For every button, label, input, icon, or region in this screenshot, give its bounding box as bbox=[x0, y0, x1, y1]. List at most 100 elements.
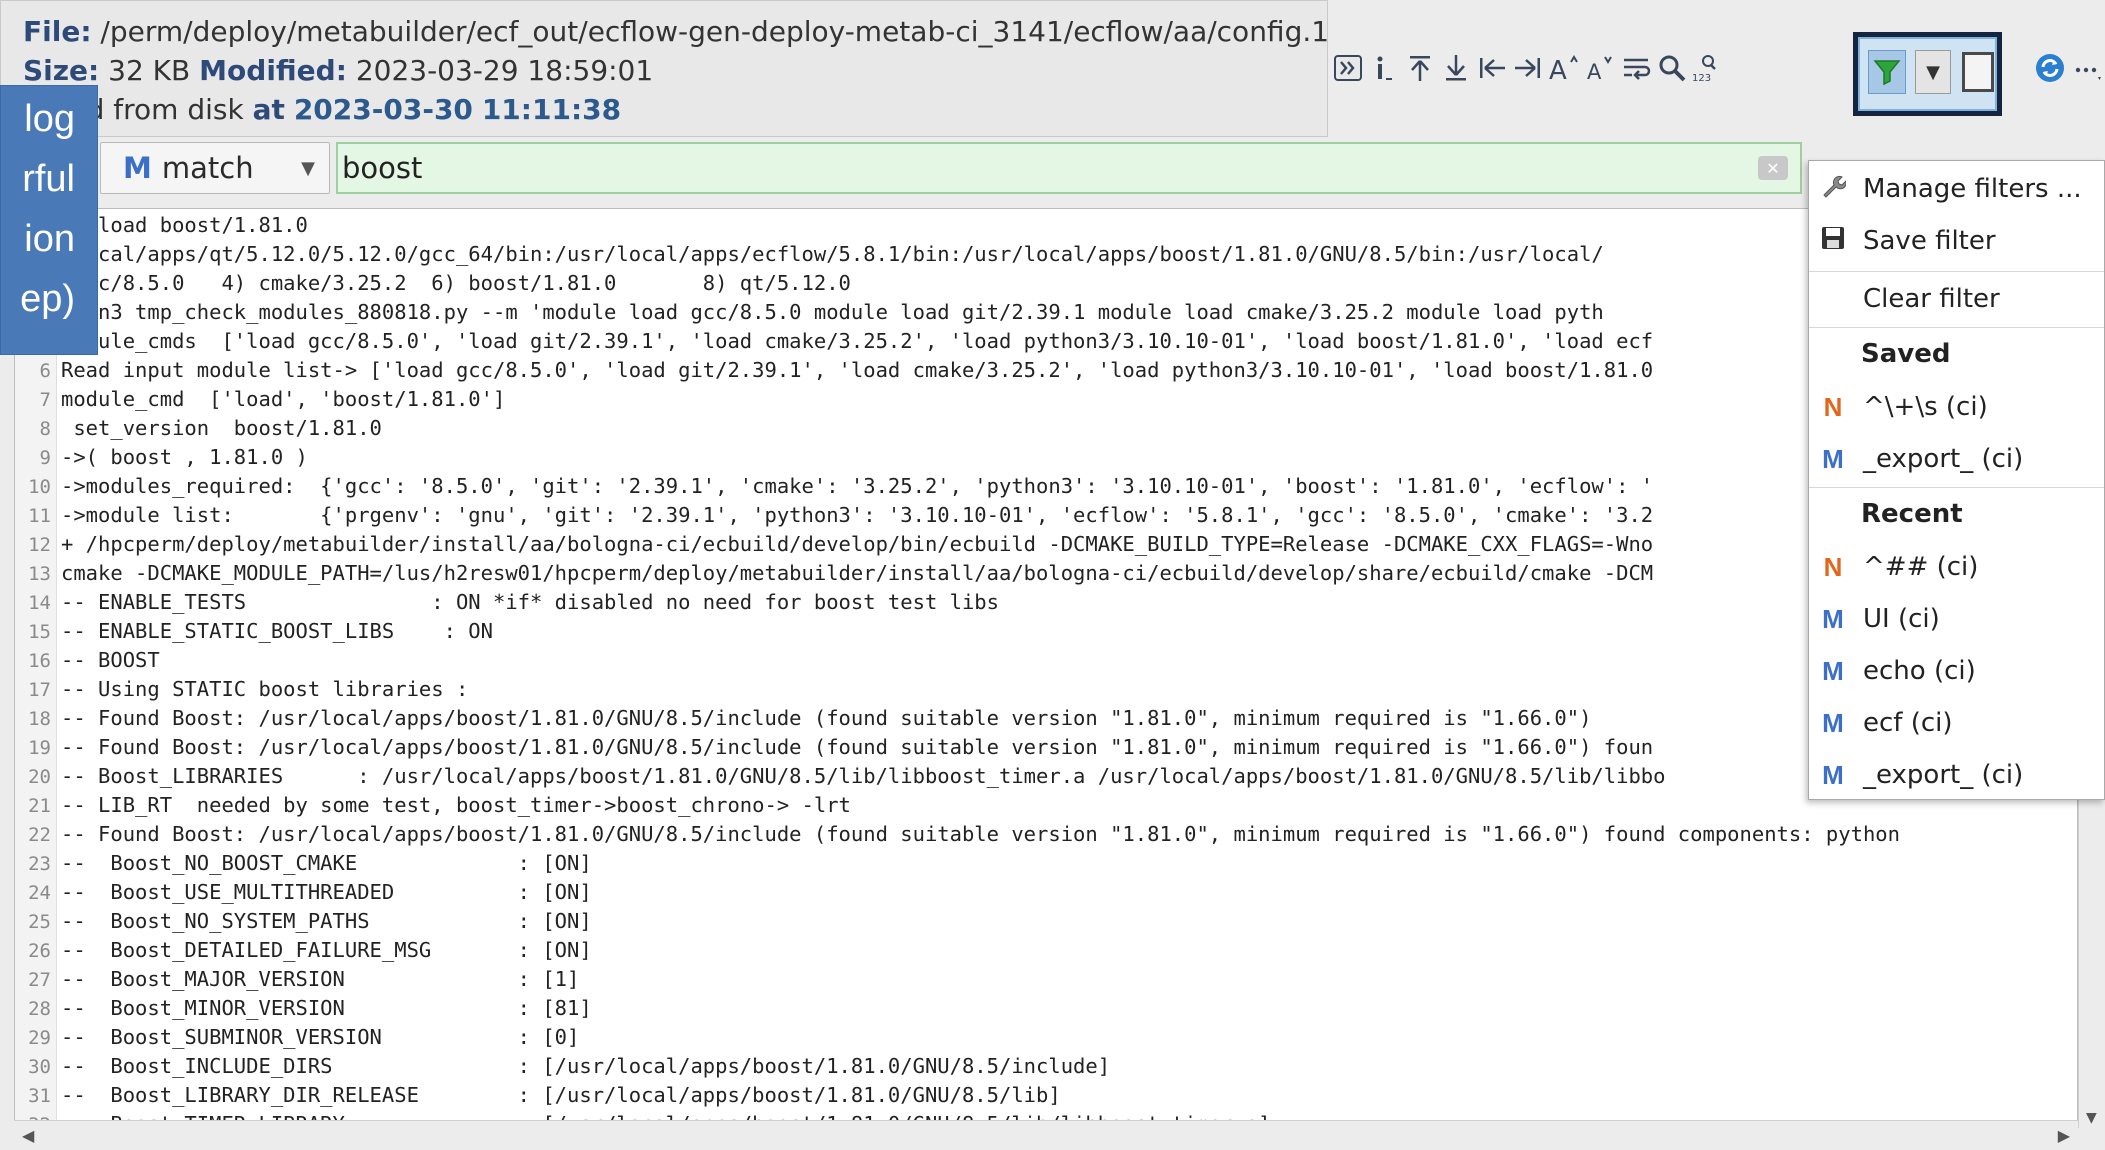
goto-bottom-icon[interactable] bbox=[1436, 48, 1476, 88]
log-line: 12 + /hpcperm/deploy/metabuilder/install/… bbox=[15, 530, 2077, 559]
reload-icon[interactable] bbox=[2030, 48, 2070, 88]
font-decrease-icon[interactable]: A bbox=[1580, 48, 1620, 88]
log-line: 7 module_cmd ['load', 'boost/1.81.0'] bbox=[15, 385, 2077, 414]
log-line-text: -- Boost_DETAILED_FAILURE_MSG : [ON] bbox=[61, 938, 592, 962]
goto-line-end-icon[interactable] bbox=[1508, 48, 1548, 88]
line-number: 20 bbox=[28, 766, 51, 788]
goto-line-icon[interactable]: 123 bbox=[1686, 48, 1726, 88]
log-line-text: ->( boost , 1.81.0 ) bbox=[61, 445, 308, 469]
horizontal-scrollbar[interactable]: ◀ ▶ bbox=[14, 1120, 2078, 1150]
log-line-text: -- Boost_NO_BOOST_CMAKE : [ON] bbox=[61, 851, 592, 875]
expand-icon[interactable] bbox=[1328, 48, 1368, 88]
log-line-text: module_cmds ['load gcc/8.5.0', 'load git… bbox=[61, 329, 1654, 353]
menu-item-save-filter[interactable]: Save filter bbox=[1809, 215, 2104, 267]
search-input[interactable] bbox=[336, 142, 1802, 194]
annotation-callout: log rful ion ep) bbox=[0, 85, 98, 355]
log-line-text: -- Boost_INCLUDE_DIRS : [/usr/local/apps… bbox=[61, 1054, 1111, 1078]
log-line-text: -- Found Boost: /usr/local/apps/boost/1.… bbox=[61, 822, 1900, 846]
log-line: 6 Read input module list-> ['load gcc/8.5… bbox=[15, 356, 2077, 385]
wrap-icon[interactable] bbox=[1616, 48, 1656, 88]
line-number: 27 bbox=[28, 969, 51, 991]
line-number: 14 bbox=[28, 592, 51, 614]
line-number: 12 bbox=[28, 534, 51, 556]
file-label: File: bbox=[23, 15, 92, 48]
line-number: 7 bbox=[39, 389, 51, 411]
chevron-down-icon: ▼ bbox=[301, 158, 315, 179]
filter-icon[interactable] bbox=[1868, 50, 1906, 94]
scroll-right-icon[interactable]: ▶ bbox=[2058, 1126, 2070, 1145]
log-line: 9 ->( boost , 1.81.0 ) bbox=[15, 443, 2077, 472]
log-line: 20 -- Boost_LIBRARIES : /usr/local/apps/b… bbox=[15, 762, 2077, 791]
log-line-text: /local/apps/qt/5.12.0/5.12.0/gcc_64/bin:… bbox=[61, 242, 1604, 266]
log-line-text: -- Boost_MAJOR_VERSION : [1] bbox=[61, 967, 580, 991]
file-size-row: Size: 32 KB Modified: 2023-03-29 18:59:0… bbox=[23, 54, 653, 87]
saved-filter-label: _export_ (ci) bbox=[1863, 444, 2024, 474]
log-line: 16 -- BOOST bbox=[15, 646, 2077, 675]
line-number: 15 bbox=[28, 621, 51, 643]
source-date: 2023-03-30 bbox=[293, 93, 473, 126]
recent-filter-item[interactable]: M echo (ci) bbox=[1809, 645, 2104, 697]
log-line-text: Read input module list-> ['load gcc/8.5.… bbox=[61, 358, 1654, 382]
log-line-text: -- Found Boost: /usr/local/apps/boost/1.… bbox=[61, 706, 1592, 730]
more-icon[interactable] bbox=[2067, 48, 2105, 88]
line-number: 6 bbox=[39, 360, 51, 382]
recent-filter-item[interactable]: N ^## (ci) bbox=[1809, 541, 2104, 593]
match-badge: M bbox=[1822, 707, 1844, 738]
wrench-icon bbox=[1809, 173, 1857, 206]
regex-badge: N bbox=[1823, 391, 1843, 422]
match-badge: M bbox=[1822, 759, 1844, 790]
log-line: 15 -- ENABLE_STATIC_BOOST_LIBS : ON bbox=[15, 617, 2077, 646]
menu-item-clear-filter[interactable]: Clear filter bbox=[1809, 273, 2104, 325]
goto-line-start-icon[interactable] bbox=[1472, 48, 1512, 88]
recent-filter-item[interactable]: M UI (ci) bbox=[1809, 593, 2104, 645]
line-number: 11 bbox=[28, 505, 51, 527]
clear-search-icon[interactable]: ✕ bbox=[1758, 156, 1788, 180]
callout-line: ion bbox=[24, 218, 75, 260]
recent-filter-label: ^## (ci) bbox=[1863, 552, 1979, 582]
log-line-text: -- Boost_NO_SYSTEM_PATHS : [ON] bbox=[61, 909, 592, 933]
panel-toggle-icon[interactable] bbox=[1962, 52, 1994, 92]
save-icon bbox=[1809, 225, 1857, 258]
line-number: 29 bbox=[28, 1027, 51, 1049]
log-text-view[interactable]: le load boost/1.81.0/local/apps/qt/5.12.… bbox=[14, 208, 2078, 1128]
menu-item-label: Clear filter bbox=[1863, 284, 2000, 314]
filter-dropdown-icon[interactable]: ▼ bbox=[1915, 50, 1951, 94]
recent-filter-item[interactable]: M ecf (ci) bbox=[1809, 697, 2104, 749]
line-number: 23 bbox=[28, 853, 51, 875]
goto-top-icon[interactable] bbox=[1400, 48, 1440, 88]
line-number: 28 bbox=[28, 998, 51, 1020]
line-number: 10 bbox=[28, 476, 51, 498]
recent-filter-item[interactable]: M _export_ (ci) bbox=[1809, 749, 2104, 801]
menu-section-recent: Recent bbox=[1861, 499, 1963, 529]
log-line-text: ->modules_required: {'gcc': '8.5.0', 'gi… bbox=[61, 474, 1654, 498]
log-line: 25 -- Boost_NO_SYSTEM_PATHS : [ON] bbox=[15, 907, 2077, 936]
line-number: 13 bbox=[28, 563, 51, 585]
log-line-text: -- Boost_USE_MULTITHREADED : [ON] bbox=[61, 880, 592, 904]
log-line-text: set_version boost/1.81.0 bbox=[61, 416, 382, 440]
log-line: 14 -- ENABLE_TESTS : ON *if* disabled no … bbox=[15, 588, 2077, 617]
source-time: 11:11:38 bbox=[481, 93, 622, 126]
svg-text:A: A bbox=[1549, 56, 1567, 83]
file-source-row: : read from disk at 2023-03-30 11:11:38 bbox=[23, 93, 621, 126]
menu-item-manage-filters[interactable]: Manage filters ... bbox=[1809, 163, 2104, 215]
svg-text:123: 123 bbox=[1692, 73, 1711, 83]
saved-filter-item[interactable]: M _export_ (ci) bbox=[1809, 433, 2104, 485]
log-line-text: -- Boost_LIBRARIES : /usr/local/apps/boo… bbox=[61, 764, 1666, 788]
scroll-down-icon[interactable]: ▼ bbox=[2086, 1110, 2097, 1126]
match-mode-select[interactable]: M match ▼ bbox=[100, 142, 330, 194]
info-icon[interactable] bbox=[1364, 48, 1404, 88]
log-line: gcc/8.5.0 4) cmake/3.25.2 6) boost/1.81.… bbox=[15, 269, 2077, 298]
menu-separator bbox=[1809, 271, 2104, 272]
font-increase-icon[interactable]: A bbox=[1544, 48, 1584, 88]
modified-label: Modified: bbox=[199, 54, 347, 87]
size-value: 32 KB bbox=[108, 54, 191, 87]
log-line: 10 ->modules_required: {'gcc': '8.5.0', '… bbox=[15, 472, 2077, 501]
match-mode-letter: M bbox=[123, 151, 152, 185]
log-line-text: -- Boost_MINOR_VERSION : [81] bbox=[61, 996, 592, 1020]
log-line-text: -- Found Boost: /usr/local/apps/boost/1.… bbox=[61, 735, 1654, 759]
saved-filter-item[interactable]: N ^\+\s (ci) bbox=[1809, 381, 2104, 433]
scroll-left-icon[interactable]: ◀ bbox=[22, 1126, 34, 1145]
file-info-panel: File: /perm/deploy/metabuilder/ecf_out/e… bbox=[0, 0, 1330, 137]
line-number: 8 bbox=[39, 418, 51, 440]
file-path: /perm/deploy/metabuilder/ecf_out/ecflow-… bbox=[100, 15, 1330, 48]
